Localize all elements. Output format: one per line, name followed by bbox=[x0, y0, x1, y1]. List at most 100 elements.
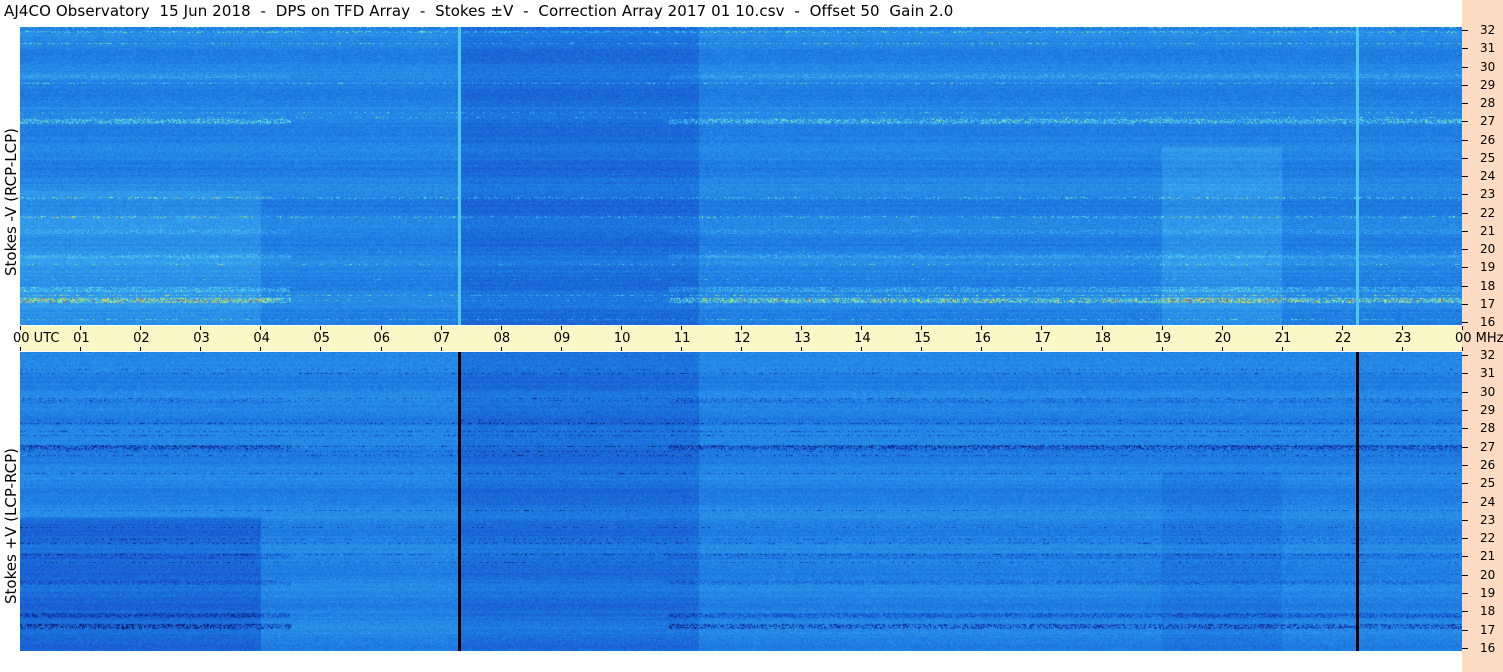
freq-tick-mark bbox=[1462, 648, 1468, 649]
utc-tick-mark bbox=[1282, 347, 1283, 351]
utc-tick-mark bbox=[981, 326, 982, 330]
freq-tick-mark bbox=[1462, 140, 1468, 141]
freq-tick-mark bbox=[1462, 286, 1468, 287]
utc-tick-mark bbox=[681, 326, 682, 330]
utc-tick-mark bbox=[1342, 347, 1343, 351]
utc-tick-mark bbox=[20, 347, 21, 351]
utc-tick-mark bbox=[260, 347, 261, 351]
utc-tick-label: 11 bbox=[673, 331, 691, 346]
utc-tick-label: 08 bbox=[493, 331, 511, 346]
freq-tick-mark bbox=[1462, 502, 1468, 503]
utc-tick-label: 03 bbox=[193, 331, 210, 346]
freq-tick-label: 28 bbox=[1480, 96, 1496, 110]
utc-tick-mark bbox=[320, 326, 321, 330]
freq-tick-mark bbox=[1462, 410, 1468, 411]
utc-tick-mark bbox=[260, 326, 261, 330]
freq-tick-mark bbox=[1462, 392, 1468, 393]
bottom-heatmap-canvas bbox=[20, 352, 1462, 651]
utc-tick-label: 12 bbox=[734, 331, 751, 346]
freq-tick-label: 27 bbox=[1480, 114, 1496, 128]
utc-tick-mark bbox=[1162, 326, 1163, 330]
freq-tick-label: 29 bbox=[1480, 78, 1496, 92]
freq-tick-label: 31 bbox=[1480, 366, 1496, 380]
freq-tick-mark bbox=[1462, 213, 1468, 214]
utc-tick-label: 22 bbox=[1334, 331, 1352, 346]
utc-tick-mark bbox=[441, 326, 442, 330]
utc-tick-mark bbox=[1102, 326, 1103, 330]
utc-tick-mark bbox=[80, 347, 81, 351]
freq-tick-mark bbox=[1462, 355, 1468, 356]
utc-tick-mark bbox=[20, 326, 21, 330]
utc-tick-mark bbox=[200, 326, 201, 330]
utc-tick-mark bbox=[861, 326, 862, 330]
freq-tick-mark bbox=[1462, 575, 1468, 576]
utc-tick-mark bbox=[1342, 326, 1343, 330]
utc-tick-mark bbox=[1462, 326, 1463, 330]
freq-tick-label: 17 bbox=[1480, 623, 1496, 637]
utc-tick-mark bbox=[981, 347, 982, 351]
freq-tick-mark bbox=[1462, 611, 1468, 612]
utc-tick-mark bbox=[861, 347, 862, 351]
bottom-frequency-axis: 16 17 18 19 20 21 22 23 24 25 26 27 28 29 30 31 32 bbox=[1462, 348, 1503, 655]
freq-tick-mark bbox=[1462, 231, 1468, 232]
event-vertical-line bbox=[458, 27, 461, 325]
utc-tick-mark bbox=[1462, 347, 1463, 351]
utc-tick-mark bbox=[1402, 347, 1403, 351]
freq-tick-mark bbox=[1462, 538, 1468, 539]
utc-tick-label: 00 UTC bbox=[13, 331, 60, 346]
freq-tick-mark bbox=[1462, 556, 1468, 557]
utc-tick-mark bbox=[200, 347, 201, 351]
freq-tick-label: 16 bbox=[1480, 315, 1496, 329]
freq-tick-mark bbox=[1462, 48, 1468, 49]
freq-tick-label: 21 bbox=[1480, 549, 1496, 563]
freq-tick-label: 21 bbox=[1480, 224, 1496, 238]
freq-tick-label: 32 bbox=[1480, 23, 1496, 37]
utc-tick-mark bbox=[1222, 326, 1223, 330]
utc-tick-mark bbox=[1222, 347, 1223, 351]
utc-tick-label: 05 bbox=[313, 331, 330, 346]
top-panel-ylabel: Stokes -V (RCP-LCP) bbox=[2, 128, 20, 276]
utc-tick-mark bbox=[621, 347, 622, 351]
utc-tick-mark bbox=[801, 347, 802, 351]
freq-tick-mark bbox=[1462, 30, 1468, 31]
freq-tick-label: 30 bbox=[1480, 60, 1496, 74]
freq-tick-mark bbox=[1462, 249, 1468, 250]
utc-tick-mark bbox=[80, 326, 81, 330]
utc-tick-mark bbox=[501, 347, 502, 351]
chart-title: AJ4CO Observatory 15 Jun 2018 - DPS on T… bbox=[4, 2, 954, 20]
freq-tick-mark bbox=[1462, 267, 1468, 268]
utc-tick-label: 00 MHz bbox=[1455, 331, 1503, 346]
freq-tick-mark bbox=[1462, 465, 1468, 466]
utc-tick-mark bbox=[1282, 326, 1283, 330]
stokes-minus-v-spectrogram bbox=[20, 27, 1462, 325]
freq-tick-label: 26 bbox=[1480, 133, 1496, 147]
utc-tick-label: 14 bbox=[854, 331, 871, 346]
freq-tick-label: 31 bbox=[1480, 41, 1496, 55]
freq-tick-label: 23 bbox=[1480, 513, 1496, 527]
freq-tick-label: 24 bbox=[1480, 495, 1496, 509]
utc-tick-label: 17 bbox=[1034, 331, 1051, 346]
freq-tick-mark bbox=[1462, 67, 1468, 68]
freq-tick-label: 25 bbox=[1480, 151, 1496, 165]
utc-tick-mark bbox=[1041, 347, 1042, 351]
utc-tick-mark bbox=[741, 347, 742, 351]
freq-tick-mark bbox=[1462, 322, 1468, 323]
utc-tick-label: 02 bbox=[133, 331, 150, 346]
utc-tick-label: 19 bbox=[1154, 331, 1172, 346]
utc-tick-mark bbox=[140, 347, 141, 351]
freq-tick-label: 28 bbox=[1480, 421, 1496, 435]
freq-tick-mark bbox=[1462, 520, 1468, 521]
utc-tick-mark bbox=[1041, 326, 1042, 330]
freq-tick-label: 22 bbox=[1480, 531, 1496, 545]
top-frequency-axis: 16 17 18 19 20 21 22 23 24 25 26 27 28 29 30 31 32 bbox=[1462, 23, 1503, 329]
top-heatmap-canvas bbox=[20, 27, 1462, 325]
freq-tick-label: 26 bbox=[1480, 458, 1496, 472]
freq-tick-mark bbox=[1462, 121, 1468, 122]
freq-tick-mark bbox=[1462, 85, 1468, 86]
utc-tick-label: 06 bbox=[373, 331, 391, 346]
utc-tick-mark bbox=[741, 326, 742, 330]
freq-tick-label: 19 bbox=[1480, 586, 1496, 600]
freq-tick-label: 24 bbox=[1480, 169, 1496, 183]
freq-tick-mark bbox=[1462, 447, 1468, 448]
freq-tick-label: 32 bbox=[1480, 348, 1496, 362]
